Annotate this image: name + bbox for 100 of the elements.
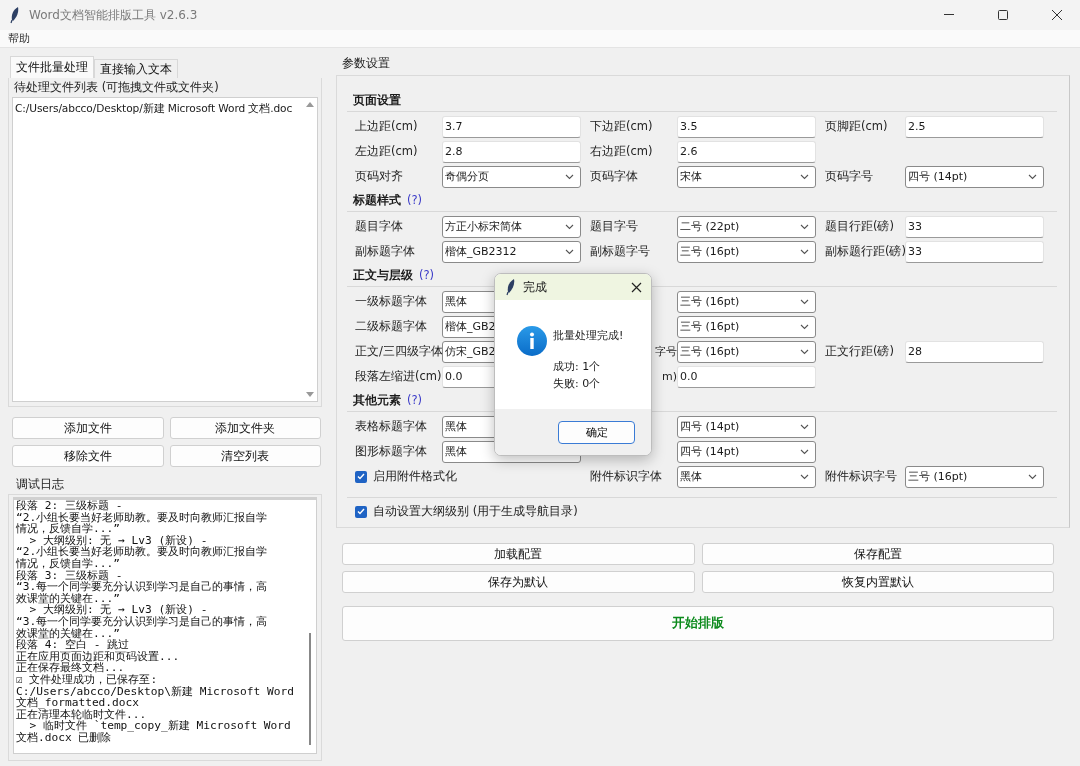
field-label: 副标题字号 <box>590 244 651 259</box>
scrollbar-thumb[interactable] <box>309 633 311 745</box>
chevron-icon <box>565 223 574 230</box>
field-label: m) <box>661 370 677 383</box>
dropdown[interactable]: 四号 (14pt) <box>905 165 1044 188</box>
feather-icon <box>505 278 517 296</box>
window-title: Word文档智能排版工具 v2.6.3 <box>29 6 199 24</box>
dropdown[interactable]: 黑体 <box>677 465 816 488</box>
log-line: “2.小组长要当好老师助教。要及时向教师汇报自学 <box>16 546 269 558</box>
file-list-item[interactable]: C:/Users/abcco/Desktop/新建 Microsoft Word 文档.doc <box>15 102 293 116</box>
field-label: 表格标题字体 <box>355 419 428 434</box>
field-label: 图形标题字体 <box>355 444 428 459</box>
dropdown[interactable]: 三号 (16pt) <box>677 340 816 363</box>
config-button[interactable]: 保存配置 <box>701 543 1054 565</box>
dropdown[interactable]: 奇偶分页 <box>442 165 581 188</box>
field-label: 二级标题字体 <box>355 319 428 334</box>
config-button[interactable]: 加载配置 <box>342 543 695 565</box>
field-label: 题目字体 <box>355 219 404 234</box>
file-button[interactable]: 添加文件 <box>12 417 164 439</box>
ok-button[interactable]: 确定 <box>558 420 635 444</box>
field-label: 页码字体 <box>590 169 639 184</box>
field-label: 副标题行距(磅) <box>825 244 905 259</box>
checkbox-label: 自动设置大纲级别 (用于生成导航目录) <box>373 504 578 519</box>
text-field[interactable]: 3.7 <box>442 115 581 138</box>
log-line: 正在保存最终文档... <box>16 662 125 674</box>
chevron-icon <box>800 323 809 330</box>
text-field[interactable]: 3.5 <box>677 115 816 138</box>
log-line: 段落 4: 空白 - 跳过 <box>16 639 130 651</box>
log-line: C:/Users/abcco/Desktop\新建 Microsoft Word <box>16 685 295 698</box>
checkbox-label: 启用附件格式化 <box>373 469 457 484</box>
chevron-icon <box>800 348 809 355</box>
dropdown[interactable]: 宋体 <box>677 165 816 188</box>
chevron-icon <box>800 173 809 180</box>
field-label: 附件标识字体 <box>590 469 663 484</box>
section-title: 页面设置 <box>353 92 401 108</box>
field-label: 段落左缩进(cm) <box>355 369 442 384</box>
dialog-message: 批量处理完成! <box>553 328 624 343</box>
text-field[interactable]: 2.5 <box>905 115 1044 138</box>
help-link[interactable]: (?) <box>419 268 435 282</box>
chevron-icon <box>1028 473 1037 480</box>
dropdown[interactable]: 四号 (14pt) <box>677 415 816 438</box>
chevron-icon <box>800 448 809 455</box>
log-line: > 大纲级别: 无 → Lv3 (新设) - <box>29 604 208 616</box>
field-label: 页码字号 <box>825 169 874 184</box>
log-line: > 临时文件 `temp_copy_新建 Microsoft Word <box>29 720 292 732</box>
chevron-icon <box>565 248 574 255</box>
log-line: 文档.docx 已删除 <box>16 731 112 744</box>
tab[interactable]: 直接输入文本 <box>94 59 178 78</box>
field-label: 下边距(cm) <box>590 119 654 134</box>
chevron-icon <box>800 248 809 255</box>
dropdown[interactable]: 楷体_GB2312 <box>442 240 581 263</box>
text-field[interactable]: 2.8 <box>442 140 581 163</box>
field-label: 正文行距(磅) <box>825 344 895 359</box>
help-link[interactable]: (?) <box>407 393 423 407</box>
log-line: “3.每一个同学要充分认识到学习是自己的事情，高 <box>16 581 269 593</box>
chevron-icon <box>565 173 574 180</box>
text-field[interactable]: 33 <box>905 215 1044 238</box>
dropdown[interactable]: 三号 (16pt) <box>677 290 816 313</box>
section-title: 标题样式 <box>353 192 401 208</box>
tab[interactable]: 文件批量处理 <box>10 56 94 78</box>
log-line: 段落 2: 三级标题 - <box>16 500 124 512</box>
checkmark-icon <box>357 508 365 515</box>
dropdown[interactable]: 三号 (16pt) <box>677 240 816 263</box>
file-button[interactable]: 添加文件夹 <box>169 417 321 439</box>
chevron-icon <box>800 423 809 430</box>
log-line: ☑ 文件处理成功，已保存至: <box>16 673 159 686</box>
checkbox[interactable] <box>355 505 367 518</box>
field-label: 左边距(cm) <box>355 144 419 159</box>
dropdown[interactable]: 三号 (16pt) <box>677 315 816 338</box>
log-line: 情况，反馈自学...” <box>16 557 120 570</box>
text-field[interactable]: 0.0 <box>677 365 816 388</box>
menu-item[interactable]: 帮助 <box>6 31 32 46</box>
dropdown[interactable]: 三号 (16pt) <box>905 465 1044 488</box>
dropdown[interactable]: 方正小标宋简体 <box>442 215 581 238</box>
dialog-detail: 成功: 1个 <box>553 359 602 374</box>
file-button[interactable]: 清空列表 <box>169 445 321 467</box>
start-button[interactable]: 开始排版 <box>342 606 1054 641</box>
checkbox[interactable] <box>355 470 367 483</box>
dialog-detail: 失败: 0个 <box>553 376 602 391</box>
field-label: 附件标识字号 <box>825 469 898 484</box>
dropdown[interactable]: 四号 (14pt) <box>677 440 816 463</box>
text-field[interactable]: 33 <box>905 240 1044 263</box>
file-button[interactable]: 移除文件 <box>12 445 164 467</box>
field-label: 题目字号 <box>590 219 639 234</box>
group-title: 调试日志 <box>15 477 64 493</box>
field-label: 字号 <box>654 344 677 359</box>
config-button[interactable]: 保存为默认 <box>342 571 695 593</box>
help-link[interactable]: (?) <box>407 193 423 207</box>
maximize-icon <box>997 9 1009 21</box>
close-icon <box>1051 9 1063 21</box>
text-field[interactable]: 28 <box>905 340 1044 363</box>
group-title: 参数设置 <box>341 56 390 72</box>
scroll-down-icon <box>306 392 314 397</box>
dialog-title: 完成 <box>523 278 548 296</box>
section-title: 正文与层级 <box>353 267 413 283</box>
dropdown[interactable]: 二号 (22pt) <box>677 215 816 238</box>
text-field[interactable]: 2.6 <box>677 140 816 163</box>
field-label: 副标题字体 <box>355 244 416 259</box>
chevron-icon <box>800 473 809 480</box>
config-button[interactable]: 恢复内置默认 <box>701 571 1054 593</box>
